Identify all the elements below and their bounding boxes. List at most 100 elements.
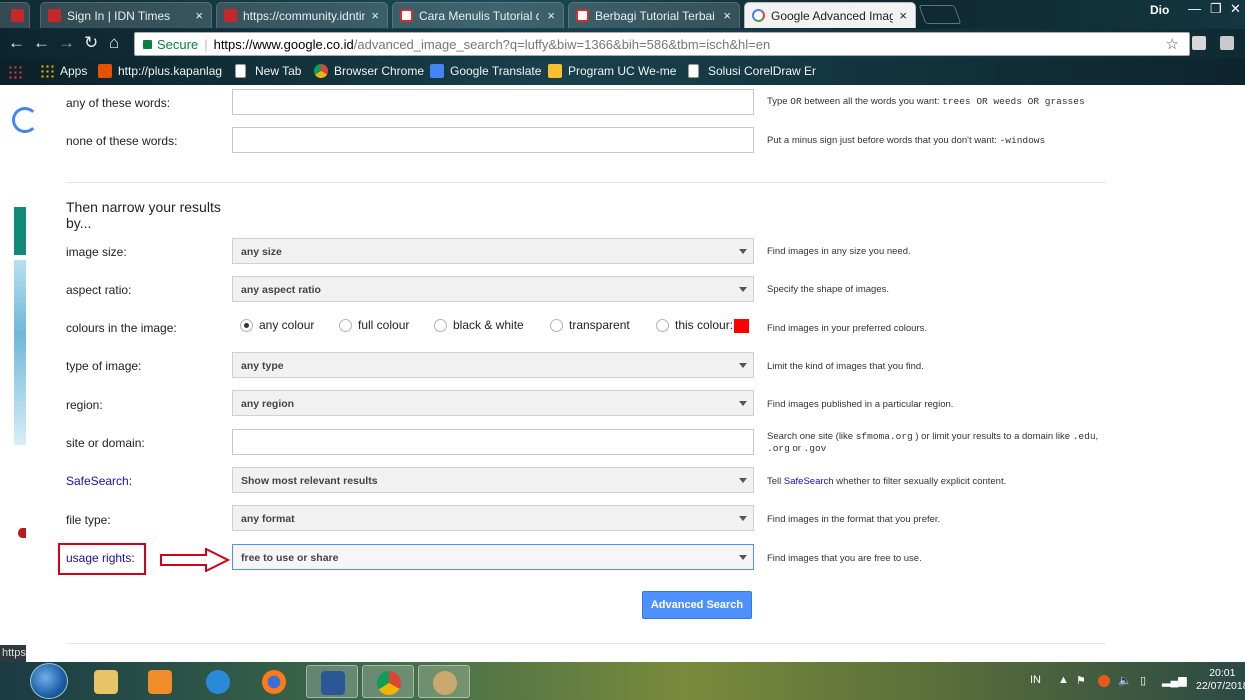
browser-tab[interactable]: https://community.idntim × — [216, 2, 388, 28]
minimize-icon[interactable]: — — [1188, 1, 1201, 16]
radio-button-icon — [656, 319, 669, 332]
back-icon[interactable]: ← — [8, 33, 25, 53]
close-icon[interactable]: × — [899, 8, 907, 23]
colour-swatch[interactable] — [734, 319, 749, 333]
bookmark-item[interactable]: Program UC We-me — [548, 64, 676, 78]
safesearch-value: Show most relevant results — [241, 475, 378, 487]
address-bar[interactable]: Secure | https://www.google.co.id/advanced… — [134, 32, 1190, 56]
tab-strip: Sign In | IDN Times × https://community.… — [0, 0, 1245, 29]
chrome-icon — [377, 671, 401, 695]
browser-tab-active[interactable]: Google Advanced Image × — [744, 2, 916, 28]
type-of-image-label: type of image: — [66, 359, 142, 373]
annotation-arrow-icon — [160, 548, 230, 572]
profile-name[interactable]: Dio — [1150, 3, 1169, 17]
extension-icon[interactable] — [1192, 36, 1206, 50]
close-icon[interactable]: × — [195, 8, 203, 23]
chevron-down-icon — [739, 287, 747, 292]
browser-tab[interactable]: Berbagi Tutorial Terbaik × — [568, 2, 740, 28]
network-signal-icon[interactable]: ▂▄▆ — [1162, 674, 1187, 687]
avast-icon[interactable] — [1098, 675, 1110, 687]
bookmark-item[interactable]: Solusi CorelDraw Er — [688, 64, 816, 78]
extension-icon[interactable] — [1220, 36, 1234, 50]
usage-rights-value: free to use or share — [241, 552, 339, 564]
system-clock[interactable]: 20:01 22/07/2018 — [1196, 667, 1245, 693]
show-hidden-icons-icon[interactable]: ▲ — [1058, 674, 1069, 686]
bookmark-label: New Tab — [255, 64, 302, 78]
bookmark-star-icon[interactable]: ☆ — [1166, 35, 1179, 53]
safesearch-hint: Tell SafeSearch whether to filter sexual… — [767, 476, 1007, 487]
taskbar-explorer[interactable] — [80, 665, 132, 698]
region-label: region: — [66, 398, 103, 412]
safesearch-link[interactable]: SafeSearch: — [66, 474, 132, 488]
chevron-down-icon — [739, 478, 747, 483]
any-words-input[interactable] — [232, 89, 754, 115]
browser-tab[interactable]: Cara Menulis Tutorial di × — [392, 2, 564, 28]
restore-icon[interactable]: ❐ — [1210, 1, 1222, 17]
page-icon — [688, 64, 699, 78]
google-icon — [752, 9, 765, 22]
background-fragment — [14, 207, 26, 255]
bookmark-apps[interactable]: Apps — [40, 64, 87, 78]
browser-tab[interactable] — [0, 2, 30, 28]
translate-icon — [430, 64, 444, 78]
volume-icon[interactable]: 🔈 — [1118, 674, 1132, 687]
image-size-select[interactable]: any size — [232, 238, 754, 264]
region-select[interactable]: any region — [232, 390, 754, 416]
site-domain-hint: Search one site (like sfmoma.org ) or li… — [767, 431, 1099, 454]
chevron-down-icon — [739, 249, 747, 254]
reload-icon[interactable]: ↻ — [84, 33, 98, 53]
bookmark-item[interactable]: http://plus.kapanlag — [98, 64, 222, 78]
taskbar-firefox[interactable] — [248, 665, 300, 698]
none-words-input[interactable] — [232, 127, 754, 153]
taskbar-media-player[interactable] — [134, 665, 186, 698]
battery-icon[interactable]: ▯ — [1140, 674, 1146, 687]
taskbar-internet-explorer[interactable] — [192, 665, 244, 698]
bookmark-item[interactable]: New Tab — [235, 64, 301, 78]
close-window-icon[interactable]: ✕ — [1230, 1, 1241, 17]
file-type-value: any format — [241, 513, 295, 525]
back-icon[interactable]: ← — [33, 33, 50, 53]
apps-grid-icon[interactable] — [8, 65, 22, 79]
radio-full-colour[interactable]: full colour — [339, 318, 409, 332]
close-icon[interactable]: × — [723, 8, 731, 23]
file-type-select[interactable]: any format — [232, 505, 754, 531]
bookmark-item[interactable]: Browser Chrome — [314, 64, 424, 78]
advanced-image-search-page: any of these words: Type OR between all … — [0, 85, 1245, 645]
any-words-hint: Type OR between all the words you want: … — [767, 96, 1085, 107]
background-fragment — [18, 528, 26, 538]
windows-start-icon[interactable] — [30, 663, 68, 699]
safesearch-hint-link[interactable]: SafeSearch — [784, 476, 834, 487]
narrow-results-title: Then narrow your results by... — [66, 199, 221, 231]
bookmark-label: Google Translate — [450, 64, 542, 78]
radio-this-colour[interactable]: this colour: — [656, 318, 733, 332]
close-icon[interactable]: × — [371, 8, 379, 23]
forward-icon[interactable]: → — [58, 33, 75, 53]
safesearch-select[interactable]: Show most relevant results — [232, 467, 754, 493]
any-words-label: any of these words: — [66, 96, 171, 110]
windows-taskbar: IN ▲ ⚑ 🔈 ▯ ▂▄▆ 20:01 22/07/2018 — [0, 662, 1245, 700]
type-of-image-select[interactable]: any type — [232, 352, 754, 378]
advanced-search-button[interactable]: Advanced Search — [642, 591, 752, 619]
home-icon[interactable]: ⌂ — [109, 33, 119, 53]
clock-time: 20:01 — [1209, 667, 1236, 679]
action-center-flag-icon[interactable]: ⚑ — [1076, 674, 1086, 687]
browser-tab[interactable]: Sign In | IDN Times × — [40, 2, 212, 28]
taskbar-chrome[interactable] — [362, 665, 414, 698]
url-path: /advanced_image_search?q=luffy&biw=1366&… — [353, 37, 771, 52]
radio-any-colour[interactable]: any colour — [240, 318, 314, 332]
firefox-icon — [262, 670, 286, 694]
close-icon[interactable]: × — [547, 8, 555, 23]
site-domain-input[interactable] — [232, 429, 754, 455]
radio-black-white[interactable]: black & white — [434, 318, 524, 332]
colours-hint: Find images in your preferred colours. — [767, 323, 927, 334]
language-indicator[interactable]: IN — [1030, 674, 1041, 686]
taskbar-word[interactable] — [306, 665, 358, 698]
radio-transparent[interactable]: transparent — [550, 318, 630, 332]
bookmark-label: http://plus.kapanlag — [118, 64, 223, 78]
usage-rights-select[interactable]: free to use or share — [232, 544, 754, 570]
aspect-ratio-select[interactable]: any aspect ratio — [232, 276, 754, 302]
usage-rights-link[interactable]: usage rights: — [66, 551, 135, 565]
bookmark-item[interactable]: Google Translate — [430, 64, 541, 78]
taskbar-paint[interactable] — [418, 665, 470, 698]
new-tab-button[interactable] — [918, 5, 962, 24]
